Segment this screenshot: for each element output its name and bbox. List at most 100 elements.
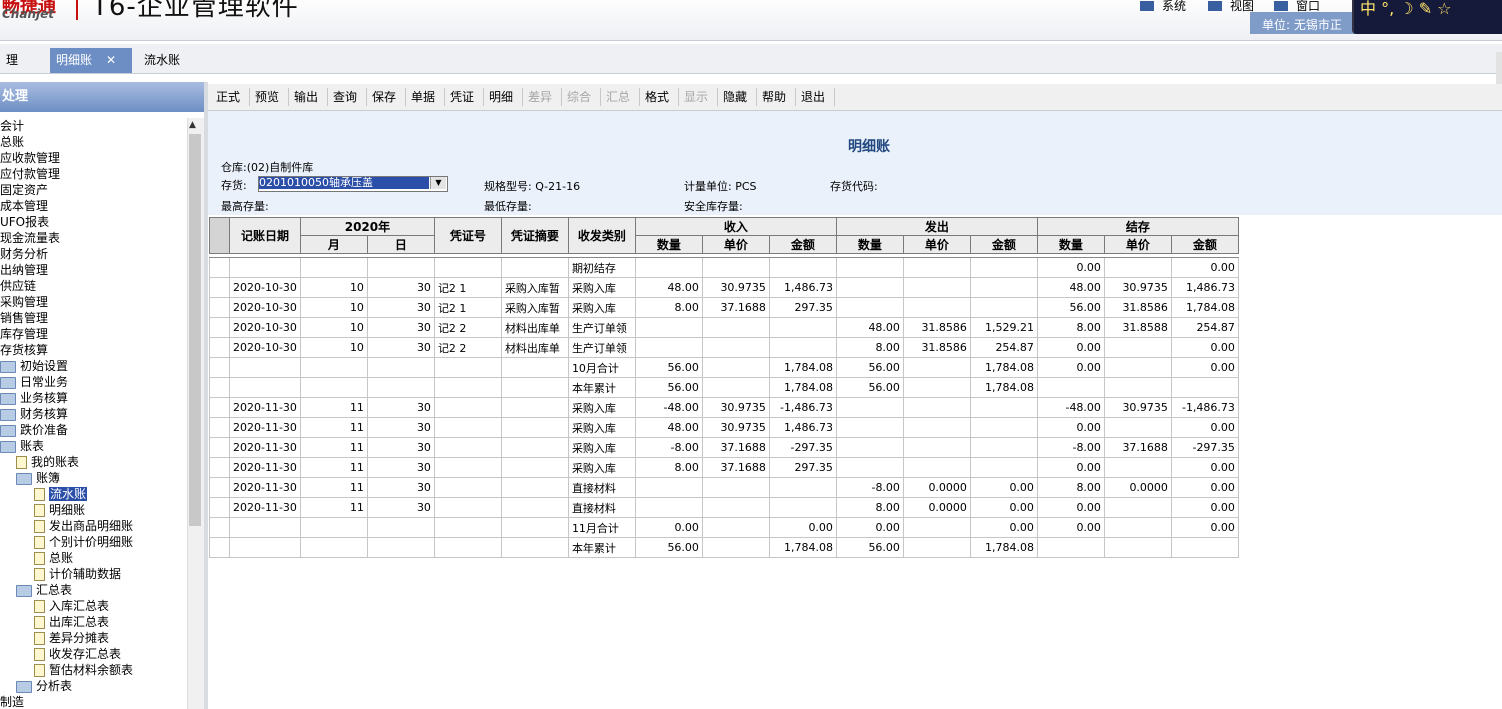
- table-row[interactable]: 2020-11-30 11 30 直接材料 -8.00 0.0000 0.00 8.00 0.0…: [209, 477, 1239, 498]
- sidebar-item[interactable]: 存货核算: [0, 342, 48, 358]
- row-gutter[interactable]: [209, 517, 230, 538]
- toolbar-button[interactable]: 凭证: [450, 89, 474, 105]
- toolbar-separator: [288, 88, 289, 106]
- menu-system[interactable]: 系统: [1140, 0, 1186, 14]
- sidebar-item[interactable]: 制造: [0, 694, 24, 709]
- sidebar-item[interactable]: 财务核算: [0, 406, 68, 422]
- sidebar-item[interactable]: 计价辅助数据: [34, 566, 121, 582]
- table-cell: [768, 497, 837, 518]
- row-gutter[interactable]: [209, 317, 230, 338]
- sidebar-item[interactable]: 汇总表: [16, 582, 72, 598]
- row-gutter[interactable]: [209, 437, 230, 458]
- menu-view[interactable]: 视图: [1208, 0, 1254, 14]
- sidebar-item[interactable]: 采购管理: [0, 294, 48, 310]
- sidebar-item[interactable]: UFO报表: [0, 214, 49, 230]
- row-gutter[interactable]: [209, 457, 230, 478]
- sidebar-item[interactable]: 跌价准备: [0, 422, 68, 438]
- row-gutter[interactable]: [209, 357, 230, 378]
- chevron-down-icon[interactable]: ▼: [430, 177, 446, 189]
- sidebar-item[interactable]: 固定资产: [0, 182, 48, 198]
- row-gutter[interactable]: [209, 297, 230, 318]
- row-gutter[interactable]: [209, 537, 230, 558]
- close-icon[interactable]: ✕: [106, 48, 116, 73]
- sidebar-item[interactable]: 日常业务: [0, 374, 68, 390]
- toolbar-button[interactable]: 单据: [411, 89, 435, 105]
- sidebar-item[interactable]: 差异分摊表: [34, 630, 109, 646]
- table-row[interactable]: 2020-11-30 11 30 直接材料 8.00 0.0000 0.00 0.00 0.00: [209, 497, 1239, 518]
- table-row[interactable]: 2020-10-30 10 30 记2 1 采购入库暂 采购入库 8.00 37.1688 29…: [209, 297, 1239, 318]
- row-gutter[interactable]: [209, 417, 230, 438]
- sidebar-item[interactable]: 供应链: [0, 278, 36, 294]
- toolbar-button[interactable]: 格式: [645, 89, 669, 105]
- sidebar-item[interactable]: 库存管理: [0, 326, 48, 342]
- sidebar-item[interactable]: 个别计价明细账: [34, 534, 133, 550]
- row-gutter[interactable]: [209, 477, 230, 498]
- sidebar-item[interactable]: 出纳管理: [0, 262, 48, 278]
- table-cell: 56.00: [1036, 297, 1105, 318]
- row-gutter[interactable]: [209, 277, 230, 298]
- document-icon: [34, 504, 45, 517]
- sidebar-item[interactable]: 明细账: [34, 502, 85, 518]
- table-row[interactable]: 本年累计 56.00 1,784.08 56.00 1,784.08: [209, 377, 1239, 398]
- sidebar-item-label: 销售管理: [0, 311, 49, 325]
- toolbar-button[interactable]: 查询: [333, 89, 357, 105]
- sidebar-item[interactable]: 财务分析: [0, 246, 48, 262]
- sidebar-item[interactable]: 应收款管理: [0, 150, 60, 166]
- sidebar-item[interactable]: 分析表: [16, 678, 72, 694]
- scroll-up-icon[interactable]: ▲: [189, 120, 196, 130]
- sidebar-item[interactable]: 暂估材料余额表: [34, 662, 133, 678]
- sidebar-item[interactable]: 收发存汇总表: [34, 646, 121, 662]
- toolbar-button[interactable]: 汇总: [606, 89, 630, 105]
- toolbar-button[interactable]: 综合: [567, 89, 591, 105]
- table-row[interactable]: 2020-11-30 11 30 采购入库 -48.00 30.9735 -1,486.73…: [209, 397, 1239, 418]
- table-row[interactable]: 11月合计 0.00 0.00 0.00 0.00 0.00 0.00: [209, 517, 1239, 538]
- sidebar-item[interactable]: 总账: [0, 134, 24, 150]
- toolbar-button[interactable]: 预览: [255, 89, 279, 105]
- sidebar-item[interactable]: 我的账表: [16, 454, 79, 470]
- sidebar-item[interactable]: 发出商品明细账: [34, 518, 133, 534]
- toolbar-button[interactable]: 输出: [294, 89, 318, 105]
- table-cell: 2020-10-30: [229, 277, 301, 298]
- document-icon: [34, 488, 45, 501]
- row-gutter[interactable]: [209, 377, 230, 398]
- toolbar-button[interactable]: 隐藏: [723, 89, 747, 105]
- row-gutter[interactable]: [209, 497, 230, 518]
- table-row[interactable]: 2020-10-30 10 30 记2 2 材料出库单 生产订单领 8.00 31.8586 2…: [209, 337, 1239, 358]
- row-gutter[interactable]: [209, 337, 230, 358]
- table-row[interactable]: 2020-10-30 10 30 记2 1 采购入库暂 采购入库 48.00 30.9735 1…: [209, 277, 1239, 298]
- tab-process[interactable]: 理: [0, 48, 24, 73]
- table-cell: [1103, 497, 1172, 518]
- sidebar-item[interactable]: 账表: [0, 438, 44, 454]
- sidebar-item[interactable]: 初始设置: [0, 358, 68, 374]
- table-row[interactable]: 本年累计 56.00 1,784.08 56.00 1,784.08: [209, 537, 1239, 558]
- toolbar-button[interactable]: 正式: [216, 89, 240, 105]
- sidebar-item[interactable]: 业务核算: [0, 390, 68, 406]
- toolbar-button[interactable]: 帮助: [762, 89, 786, 105]
- sidebar-item[interactable]: 入库汇总表: [34, 598, 109, 614]
- table-row[interactable]: 2020-11-30 11 30 采购入库 8.00 37.1688 297.35 0.00 0…: [209, 457, 1239, 478]
- toolbar-button[interactable]: 差异: [528, 89, 552, 105]
- sidebar-item[interactable]: 流水账: [34, 486, 88, 502]
- tab-flow-ledger[interactable]: 流水账: [138, 48, 186, 73]
- sidebar-item[interactable]: 应付款管理: [0, 166, 60, 182]
- table-row[interactable]: 10月合计 56.00 1,784.08 56.00 1,784.08 0.00 0.00: [209, 357, 1239, 378]
- row-gutter[interactable]: [209, 397, 230, 418]
- sidebar-scroll-thumb[interactable]: [189, 134, 201, 526]
- row-gutter[interactable]: [209, 257, 230, 278]
- table-row[interactable]: 2020-11-30 11 30 采购入库 48.00 30.9735 1,486.73 0.…: [209, 417, 1239, 438]
- toolbar-button[interactable]: 退出: [801, 89, 825, 105]
- toolbar-button[interactable]: 显示: [684, 89, 708, 105]
- table-row[interactable]: 2020-10-30 10 30 记2 2 材料出库单 生产订单领 48.00 31.8586…: [209, 317, 1239, 338]
- toolbar-button[interactable]: 保存: [372, 89, 396, 105]
- sidebar-item[interactable]: 会计: [0, 118, 24, 134]
- table-row[interactable]: 2020-11-30 11 30 采购入库 -8.00 37.1688 -297.35 -8.…: [209, 437, 1239, 458]
- table-row[interactable]: 期初结存 0.00 0.00: [209, 257, 1239, 278]
- toolbar-button[interactable]: 明细: [489, 89, 513, 105]
- sidebar-item[interactable]: 现金流量表: [0, 230, 60, 246]
- sidebar-item[interactable]: 销售管理: [0, 310, 48, 326]
- tab-detail-ledger[interactable]: 明细账: [50, 48, 132, 73]
- sidebar-item[interactable]: 出库汇总表: [34, 614, 109, 630]
- sidebar-item[interactable]: 成本管理: [0, 198, 48, 214]
- sidebar-item[interactable]: 账簿: [16, 470, 60, 486]
- sidebar-item[interactable]: 总账: [34, 550, 73, 566]
